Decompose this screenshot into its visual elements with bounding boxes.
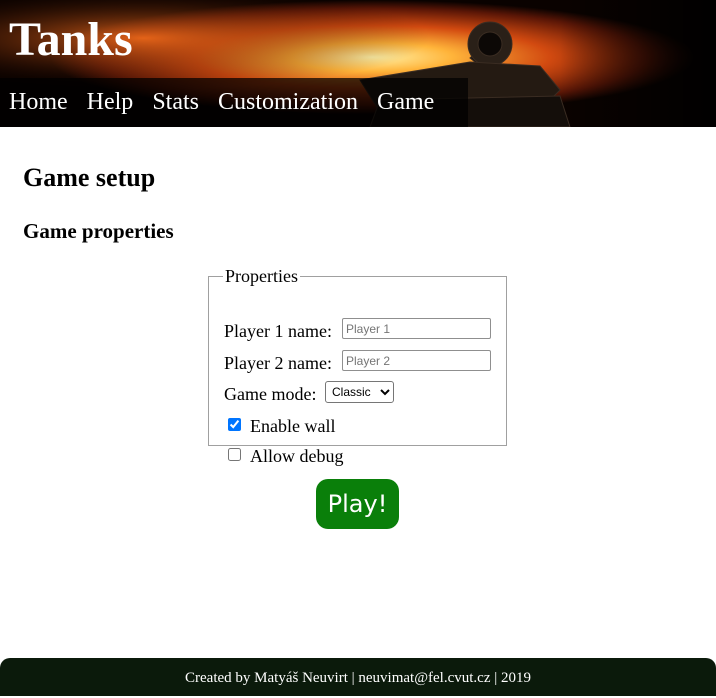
main-nav: Home Help Stats Customization Game (0, 78, 468, 127)
site-header: Tanks Home Help Stats Customization Game (0, 0, 716, 127)
page-title: Game setup (23, 163, 156, 192)
game-mode-row: Game mode: (224, 381, 316, 405)
fieldset-legend: Properties (225, 266, 298, 286)
game-mode-label: Game mode: (224, 383, 317, 404)
enable-wall-label[interactable]: Enable wall (250, 416, 335, 436)
game-mode-select[interactable]: Classic (325, 381, 394, 403)
player2-label: Player 2 name: (224, 352, 332, 373)
nav-help[interactable]: Help (87, 78, 134, 127)
enable-wall-checkbox[interactable] (228, 418, 241, 431)
player2-name-input[interactable] (342, 350, 491, 371)
footer-text: Created by Matyáš Neuvirt | neuvimat@fel… (185, 670, 531, 686)
allow-debug-row: Allow debug (250, 443, 344, 467)
enable-wall-row: Enable wall (250, 413, 335, 437)
properties-fieldset: Properties Player 1 name: Player 2 name:… (208, 266, 507, 466)
player1-row: Player 1 name: (224, 318, 332, 342)
site-footer: Created by Matyáš Neuvirt | neuvimat@fel… (0, 658, 716, 696)
site-title: Tanks (9, 13, 133, 66)
nav-customization[interactable]: Customization (218, 78, 358, 127)
allow-debug-label[interactable]: Allow debug (250, 446, 344, 466)
allow-debug-checkbox[interactable] (228, 448, 241, 461)
nav-stats[interactable]: Stats (152, 78, 199, 127)
nav-game[interactable]: Game (377, 78, 434, 127)
player1-label: Player 1 name: (224, 320, 332, 341)
section-title: Game properties (23, 219, 174, 243)
nav-home[interactable]: Home (9, 78, 68, 127)
player2-row: Player 2 name: (224, 350, 332, 374)
player1-name-input[interactable] (342, 318, 491, 339)
play-button[interactable]: Play! (316, 479, 399, 529)
